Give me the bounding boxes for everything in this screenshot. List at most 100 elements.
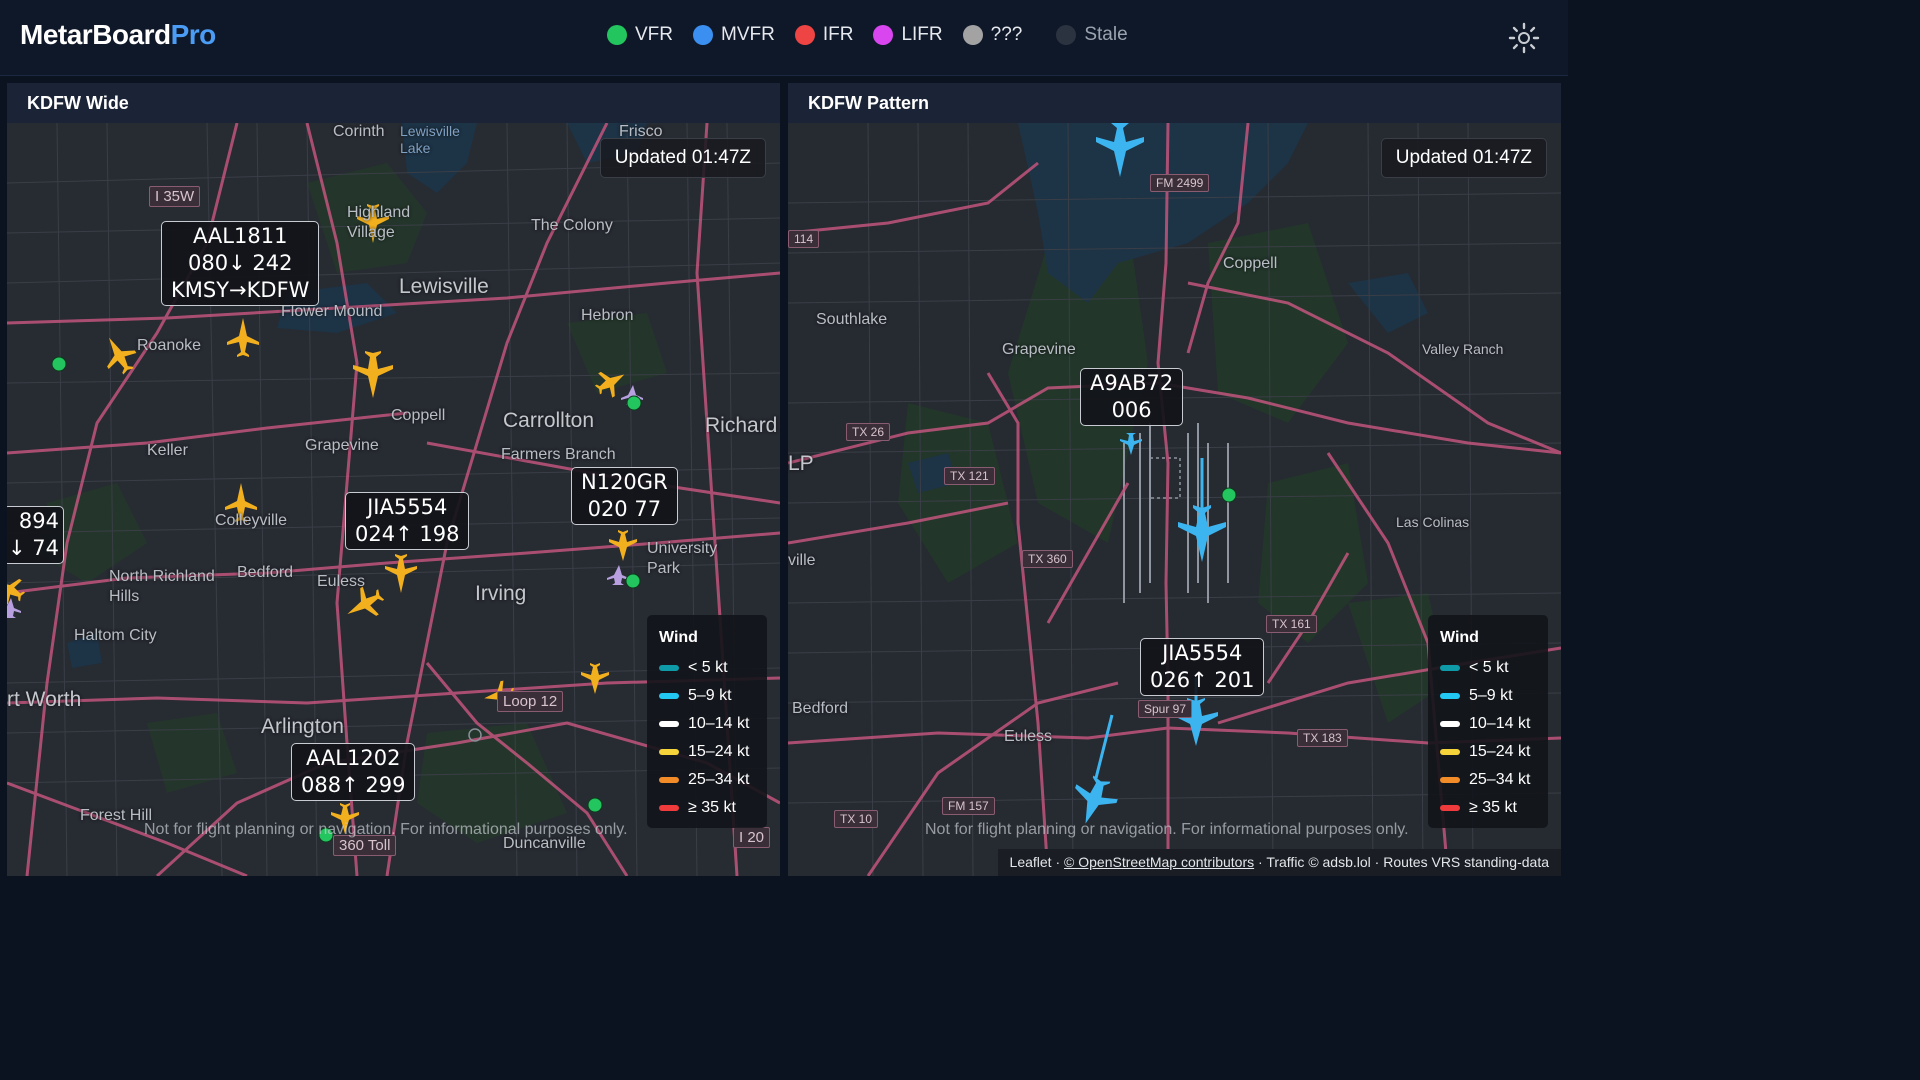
flight-label-aal1811[interactable]: AAL1811 080↓ 242 KMSY→KDFW — [161, 221, 320, 306]
flight-label-a9ab72[interactable]: A9AB72 006 — [1080, 368, 1184, 426]
place-label: Coppell — [1223, 255, 1278, 272]
flight-label-jia5554[interactable]: JIA5554 024↑ 198 — [345, 492, 470, 550]
top-bar: MetarBoardPro VFR MVFR IFR LIFR ??? Stal… — [0, 0, 1568, 76]
flight-callsign: AAL1202 — [305, 746, 401, 770]
flight-altitude-speed: 006 — [1111, 398, 1152, 422]
osm-link[interactable]: © OpenStreetMap contributors — [1064, 854, 1254, 870]
wind-row: ≥ 35 kt — [1440, 799, 1517, 817]
highway-shield: TX 10 — [834, 810, 879, 828]
place-label: Grapevine — [1002, 341, 1076, 358]
unknown-dot-icon — [962, 25, 983, 45]
stale-dot-icon — [1056, 25, 1077, 45]
disclaimer: Not for flight planning or navigation. F… — [925, 821, 1409, 838]
place-label: Forest Hill — [80, 807, 153, 824]
wind-label: 25–34 kt — [688, 771, 750, 788]
wind-row: < 5 kt — [1440, 659, 1509, 677]
flight-callsign: 894 — [18, 509, 59, 533]
place-label: LP — [788, 452, 814, 475]
wind-row: 10–14 kt — [659, 715, 749, 733]
place-label: University Park — [647, 540, 718, 577]
flight-callsign: A9AB72 — [1090, 371, 1174, 395]
place-label: rt Worth — [7, 688, 82, 711]
wind-label: 15–24 kt — [688, 743, 750, 760]
highway-shield: TX 183 — [1297, 729, 1348, 747]
lifr-dot-icon — [873, 25, 894, 45]
wind-label: 5–9 kt — [688, 687, 732, 704]
wind-swatch — [1440, 805, 1460, 811]
wind-label: 15–24 kt — [1469, 743, 1531, 760]
place-label: Corinth — [333, 123, 385, 140]
separator: · — [1055, 854, 1065, 870]
place-label: ville — [788, 552, 816, 569]
highway-shield: Loop 12 — [497, 691, 564, 712]
wind-swatch — [659, 721, 679, 727]
map-kdfw-pattern[interactable]: Coppell Southlake Grapevine Valley Ranch… — [788, 123, 1561, 876]
place-label: Irving — [475, 582, 527, 605]
wind-label: ≥ 35 kt — [1469, 799, 1517, 816]
wind-label: 10–14 kt — [688, 715, 750, 732]
wind-row: < 5 kt — [659, 659, 728, 677]
highway-shield: TX 161 — [1266, 615, 1317, 633]
highway-shield: TX 26 — [846, 423, 891, 441]
wind-swatch — [659, 665, 679, 671]
brand-suffix: Pro — [170, 19, 217, 50]
flight-label-n120gr[interactable]: N120GR 020 77 — [571, 467, 678, 525]
wind-row: 25–34 kt — [1440, 771, 1530, 789]
place-label: Valley Ranch — [1422, 341, 1504, 357]
wind-label: < 5 kt — [688, 659, 728, 676]
legend-ifr: IFR — [794, 24, 854, 46]
legend-unknown: ??? — [962, 24, 1022, 46]
updated-timestamp: Updated 01:47Z — [599, 138, 766, 178]
gear-icon[interactable] — [1506, 20, 1542, 56]
legend-label: IFR — [822, 24, 854, 45]
place-label: Arlington — [261, 715, 344, 738]
flight-altitude-speed: 088↑ 299 — [301, 773, 406, 797]
wind-label: < 5 kt — [1469, 659, 1509, 676]
highway-shield: TX 121 — [944, 467, 995, 485]
wind-swatch — [659, 693, 679, 699]
leaflet-link[interactable]: Leaflet — [1010, 854, 1052, 870]
wind-legend: Wind < 5 kt 5–9 kt 10–14 kt 15–24 kt 25–… — [1428, 615, 1548, 828]
place-label: Colleyville — [215, 512, 288, 529]
place-label: North Richland Hills — [109, 568, 215, 605]
flight-altitude-speed: 026↑ 201 — [1150, 668, 1255, 692]
wind-row: 5–9 kt — [659, 687, 732, 705]
wind-label: 10–14 kt — [1469, 715, 1531, 732]
place-label: Lewisville — [399, 275, 489, 298]
flight-callsign: AAL1811 — [192, 224, 288, 248]
ifr-dot-icon — [794, 25, 815, 45]
flight-altitude-speed: 024↑ 198 — [355, 522, 460, 546]
wind-row: 15–24 kt — [1440, 743, 1530, 761]
legend-label: Stale — [1084, 24, 1128, 45]
place-label: Bedford — [792, 700, 849, 717]
wind-row: 10–14 kt — [1440, 715, 1530, 733]
highway-shield: I 35W — [149, 186, 201, 207]
flight-route: KMSY→KDFW — [171, 278, 310, 302]
highway-shield: TX 360 — [1022, 550, 1073, 568]
flight-label-aal1202[interactable]: AAL1202 088↑ 299 — [291, 743, 416, 801]
panel-kdfw-wide: KDFW Wide Corinth Lewisville Lake Highla… — [7, 83, 780, 876]
place-label: Lewisville Lake — [400, 123, 460, 156]
mvfr-dot-icon — [693, 25, 713, 45]
wind-swatch — [1440, 777, 1460, 783]
panel-title: KDFW Pattern — [788, 83, 1561, 123]
wind-swatch — [1440, 665, 1460, 671]
place-label: Farmers Branch — [501, 446, 616, 463]
flight-label-jia5554[interactable]: JIA5554 026↑ 201 — [1140, 638, 1265, 696]
map-attribution: Leaflet · © OpenStreetMap contributors ·… — [997, 849, 1561, 876]
wind-label: 25–34 kt — [1469, 771, 1531, 788]
highway-shield: 114 — [788, 230, 820, 248]
wind-label: ≥ 35 kt — [688, 799, 736, 816]
place-label: Highland Village — [347, 204, 411, 241]
wind-legend-title: Wind — [1440, 629, 1479, 646]
place-label: Southlake — [816, 311, 888, 328]
highway-shield: FM 157 — [942, 797, 995, 815]
map-kdfw-wide[interactable]: Corinth Lewisville Lake Highland Village… — [7, 123, 780, 876]
flight-callsign: JIA5554 — [1162, 641, 1243, 665]
flight-callsign: JIA5554 — [367, 495, 448, 519]
place-label: Euless — [317, 573, 366, 590]
flight-label-partial[interactable]: 894 ↓ 74 — [7, 506, 64, 564]
wind-swatch — [1440, 693, 1460, 699]
place-label: Richard — [705, 414, 778, 437]
flight-callsign: N120GR — [581, 470, 668, 494]
